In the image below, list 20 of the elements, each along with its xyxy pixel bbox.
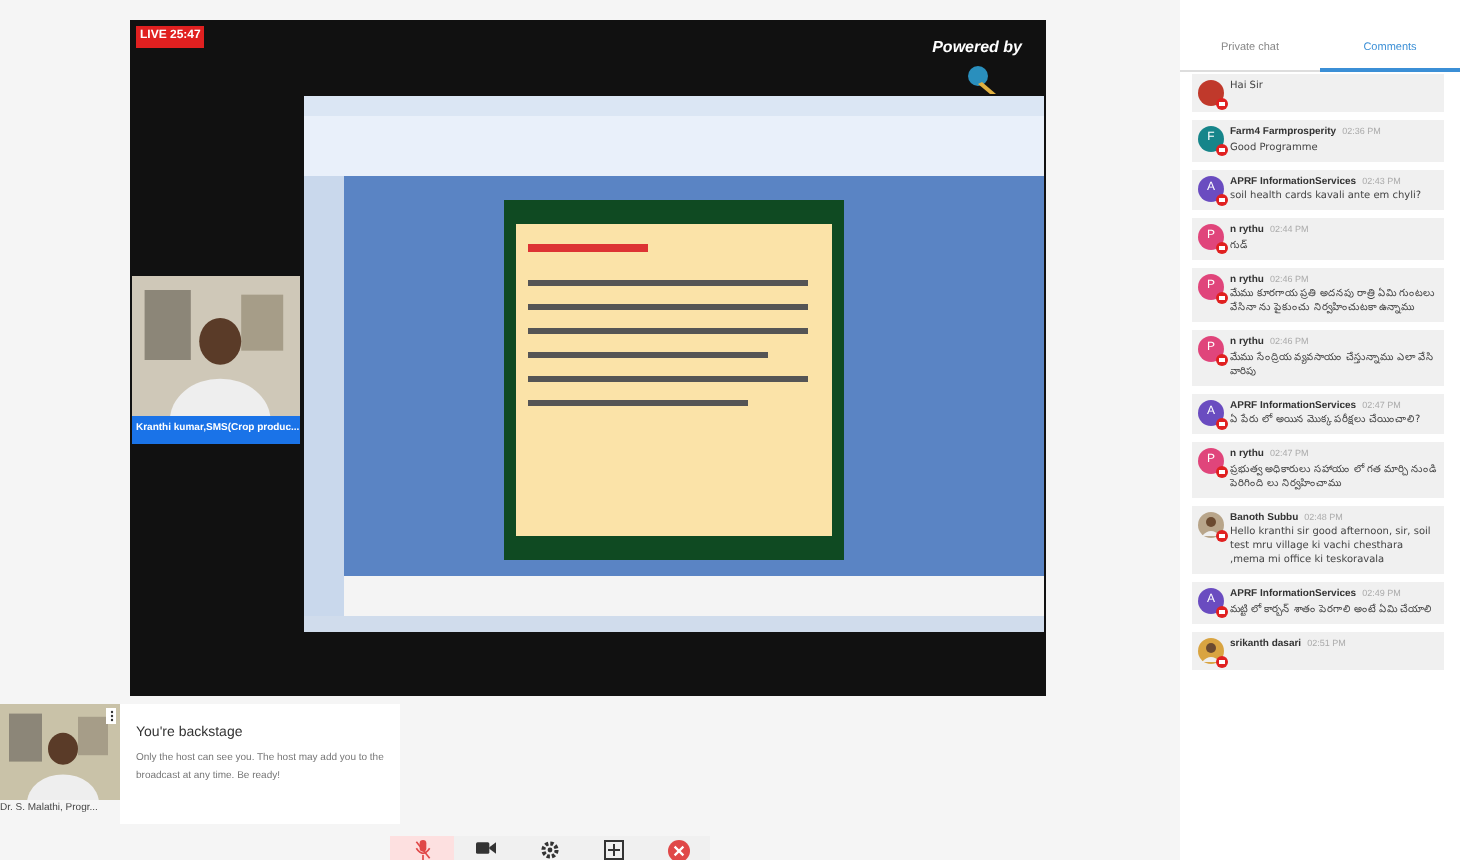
microphone-icon <box>413 840 431 860</box>
video-badge-icon <box>1216 529 1228 541</box>
camera-icon <box>476 840 496 856</box>
video-badge-icon <box>1216 466 1228 478</box>
video-badge-icon <box>1216 242 1228 254</box>
toolbar-button[interactable] <box>454 836 518 860</box>
powered-by-label: Powered by <box>932 36 1022 60</box>
video-badge-icon <box>1216 417 1228 429</box>
screen-share-icon <box>604 840 624 860</box>
video-badge-icon <box>1216 354 1228 366</box>
video-badge-icon <box>1216 98 1228 110</box>
logo-icon <box>966 64 998 96</box>
settings-icon <box>540 840 560 860</box>
video-badge-icon <box>1216 193 1228 205</box>
leave-icon <box>667 840 689 860</box>
more-icon[interactable] <box>106 708 116 724</box>
video-badge-icon <box>1216 144 1228 156</box>
video-badge-icon <box>1216 655 1228 667</box>
video-badge-icon <box>1216 606 1228 618</box>
video-badge-icon <box>1216 291 1228 303</box>
